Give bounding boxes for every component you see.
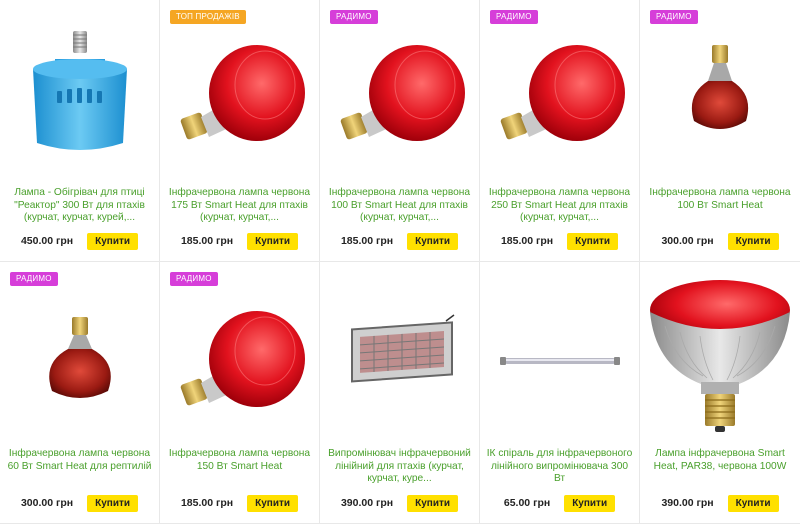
product-title[interactable]: Інфрачервона лампа червона 100 Вт Smart … (646, 187, 794, 225)
product-title[interactable]: Випромінювач інфрачервоний лінійний для … (326, 448, 473, 486)
product-image[interactable] (320, 20, 479, 170)
buy-button[interactable]: Купити (407, 494, 459, 512)
product-price: 185.00 грн (180, 497, 234, 509)
product-image[interactable] (640, 20, 800, 170)
product-grid: Лампа - Обігрівач для птиці "Реактор" 30… (0, 0, 800, 526)
badge-recommended: РАДИМО (330, 10, 378, 24)
badge-recommended: РАДИМО (10, 272, 58, 286)
blue-heater-image (32, 31, 127, 150)
product-title[interactable]: Лампа - Обігрівач для птиці "Реактор" 30… (6, 187, 153, 225)
product-card[interactable]: ТОП ПРОДАЖІВ Інфрачервона лампа червона … (160, 0, 320, 262)
badge-top-sales: ТОП ПРОДАЖІВ (170, 10, 246, 24)
ir-spiral-tube-image (499, 357, 620, 365)
buy-button[interactable]: Купити (727, 232, 779, 250)
product-card[interactable]: РАДИМО Інфрачервона лампа червона 100 Вт… (640, 0, 800, 262)
red-lamp-image (340, 45, 465, 141)
product-title[interactable]: Інфрачервона лампа червона 150 Вт Smart … (166, 448, 313, 486)
buy-button[interactable]: Купити (727, 494, 779, 512)
buy-button[interactable]: Купити (87, 232, 139, 250)
buy-button[interactable]: Купити (567, 232, 619, 250)
product-title[interactable]: Інфрачервона лампа червона 250 Вт Smart … (486, 187, 633, 225)
small-red-bulb-image (48, 317, 111, 398)
badge-recommended: РАДИМО (650, 10, 698, 24)
product-price: 390.00 грн (661, 497, 714, 509)
product-image[interactable] (320, 282, 479, 432)
product-title[interactable]: ІК спіраль для інфрачервоного лінійного … (486, 448, 633, 486)
product-title[interactable]: Інфрачервона лампа червона 100 Вт Smart … (326, 187, 473, 225)
product-price: 185.00 грн (500, 235, 554, 247)
buy-button[interactable]: Купити (247, 494, 299, 512)
product-price: 300.00 грн (661, 235, 714, 247)
product-price: 390.00 грн (340, 497, 394, 509)
small-red-bulb-image (691, 45, 749, 129)
product-image[interactable] (160, 282, 319, 432)
product-card[interactable]: Лампа - Обігрівач для птиці "Реактор" 30… (0, 0, 160, 262)
product-card[interactable]: Випромінювач інфрачервоний лінійний для … (320, 262, 480, 524)
buy-button[interactable]: Купити (87, 494, 139, 512)
product-price: 300.00 грн (20, 497, 74, 509)
par38-lamp-image (650, 280, 790, 432)
product-image[interactable] (480, 282, 639, 432)
product-price: 450.00 грн (20, 235, 74, 247)
product-image[interactable] (0, 282, 159, 432)
product-image[interactable] (160, 20, 319, 170)
product-title[interactable]: Інфрачервона лампа червона 60 Вт Smart H… (6, 448, 153, 486)
badge-recommended: РАДИМО (170, 272, 218, 286)
product-title[interactable]: Інфрачервона лампа червона 175 Вт Smart … (166, 187, 313, 225)
red-lamp-image (180, 311, 305, 407)
product-image[interactable] (480, 20, 639, 170)
product-card[interactable]: РАДИМО Інфрачервона лампа червона 60 Вт … (0, 262, 160, 524)
red-lamp-image (180, 45, 305, 141)
linear-emitter-image (350, 314, 454, 383)
red-lamp-image (500, 45, 625, 141)
product-card[interactable]: ІК спіраль для інфрачервоного лінійного … (480, 262, 640, 524)
buy-button[interactable]: Купити (247, 232, 299, 250)
badge-recommended: РАДИМО (490, 10, 538, 24)
product-title[interactable]: Лампа інфрачервона Smart Heat, PAR38, че… (646, 448, 794, 486)
product-image[interactable] (640, 276, 800, 438)
buy-button[interactable]: Купити (407, 232, 459, 250)
product-price: 65.00 грн (503, 497, 551, 509)
product-image[interactable] (0, 20, 159, 170)
buy-button[interactable]: Купити (564, 494, 616, 512)
product-card[interactable]: РАДИМО Інфрачервона лампа червона 100 Вт… (320, 0, 480, 262)
product-price: 185.00 грн (340, 235, 394, 247)
product-card[interactable]: Лампа інфрачервона Smart Heat, PAR38, че… (640, 262, 800, 524)
product-card[interactable]: РАДИМО Інфрачервона лампа червона 250 Вт… (480, 0, 640, 262)
product-price: 185.00 грн (180, 235, 234, 247)
product-card[interactable]: РАДИМО Інфрачервона лампа червона 150 Вт… (160, 262, 320, 524)
